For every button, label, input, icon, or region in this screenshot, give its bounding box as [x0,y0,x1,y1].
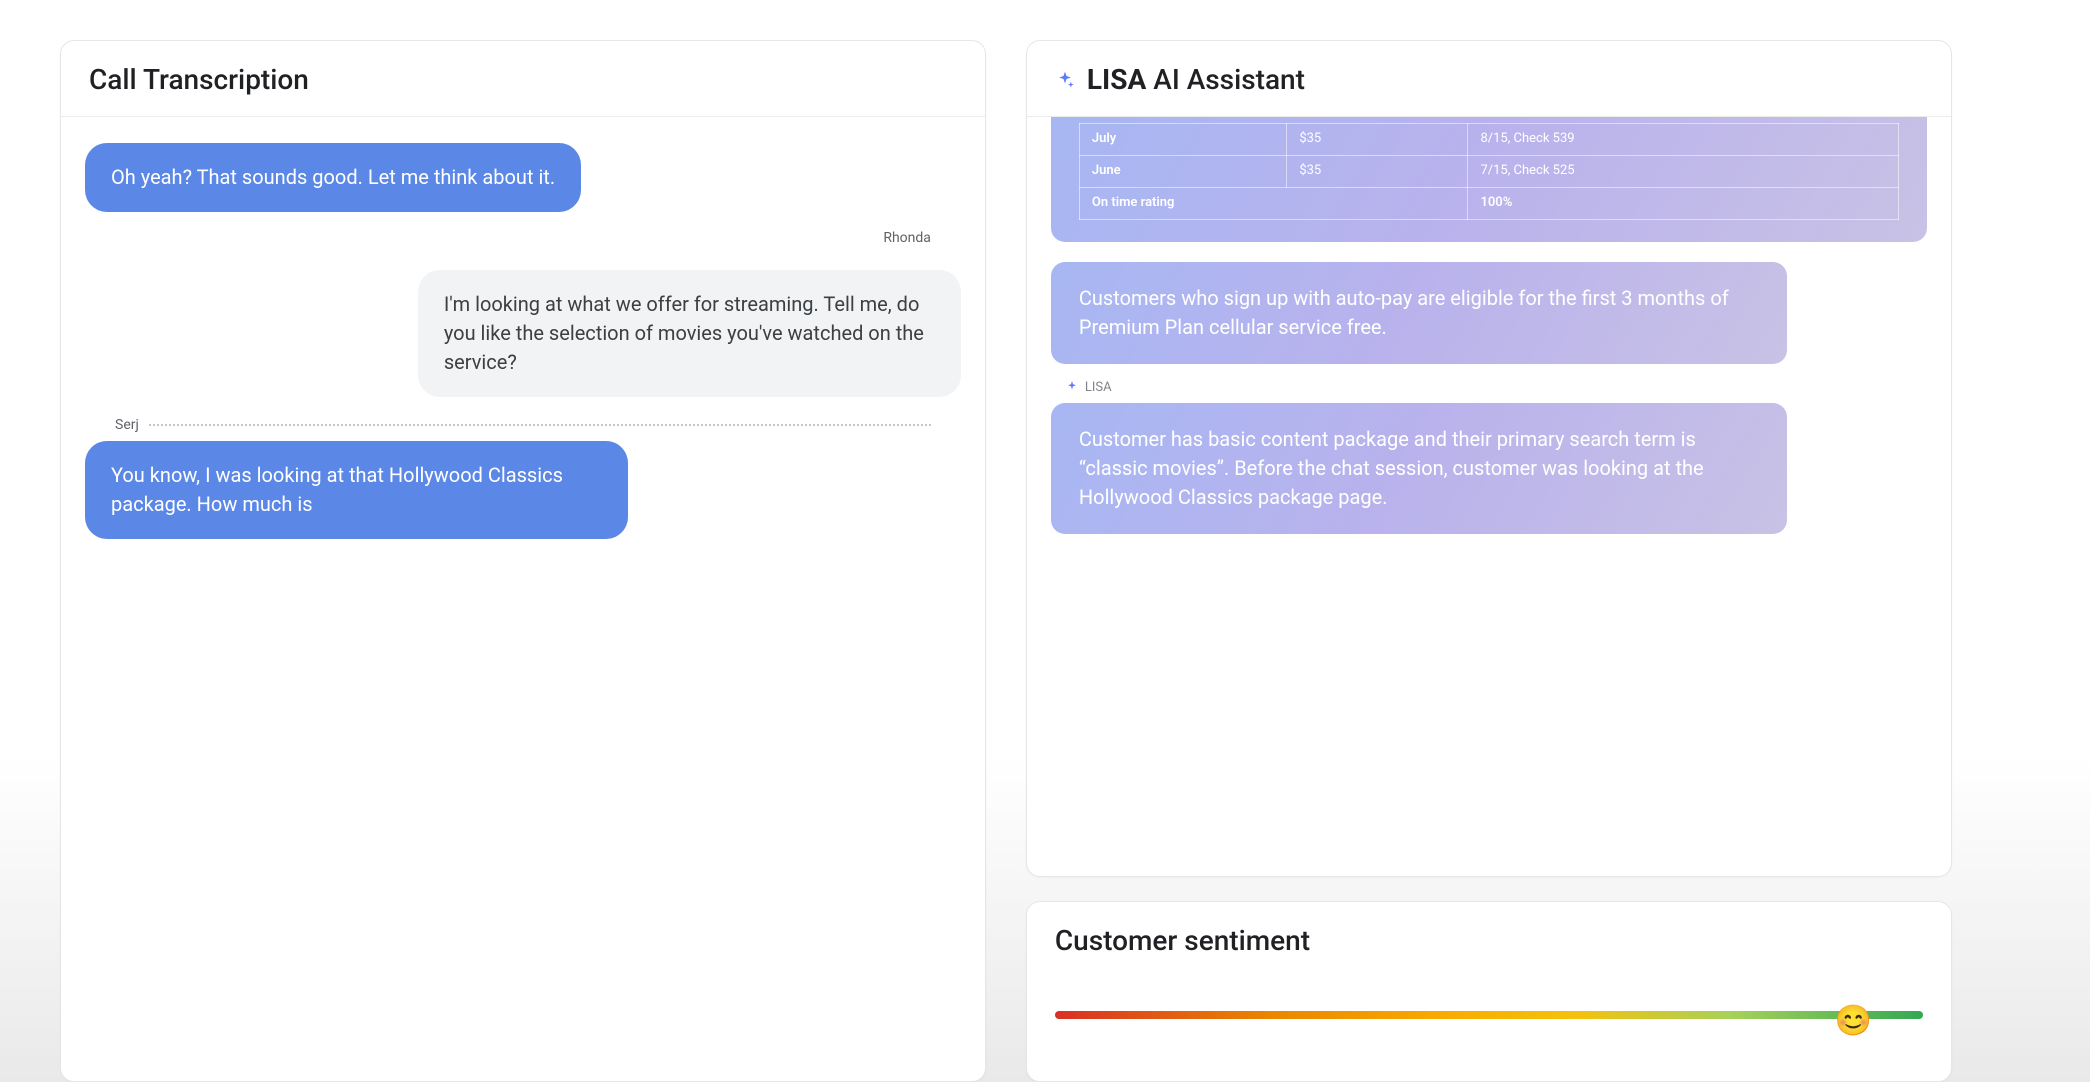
customer-sentiment-panel: Customer sentiment 😊 [1026,901,1952,1082]
lisa-assistant-title: LISA AI Assistant [1027,41,1951,117]
call-transcription-panel: Call Transcription Oh yeah? That sounds … [60,40,986,1082]
lisa-card-label: LISA [1065,380,1927,395]
call-transcription-body[interactable]: Oh yeah? That sounds good. Let me think … [61,117,985,1081]
customer-bubble: Oh yeah? That sounds good. Let me think … [85,143,581,212]
lisa-insight-card: Customers who sign up with auto-pay are … [1051,262,1787,364]
lisa-assistant-panel: LISA AI Assistant July$358/15, Check 539… [1026,40,1952,877]
lisa-title-bold: LISA [1087,63,1146,96]
customer-sentiment-title: Customer sentiment [1027,902,1951,957]
sentiment-bar: 😊 [1055,1011,1923,1041]
payment-history-table: July$358/15, Check 539June$357/15, Check… [1079,123,1899,220]
sparkle-icon [1055,70,1075,90]
call-transcription-title: Call Transcription [61,41,985,117]
chat-message: You know, I was looking at that Hollywoo… [85,441,961,539]
lisa-title-rest: AI Assistant [1153,63,1305,96]
agent-bubble: I'm looking at what we offer for streami… [418,270,961,397]
table-row: June$357/15, Check 525 [1079,155,1898,187]
table-row: July$358/15, Check 539 [1079,124,1898,156]
sparkle-icon [1065,380,1079,394]
speaker-label: Serj [115,417,139,433]
sentiment-indicator-emoji: 😊 [1835,1003,1872,1038]
speaker-divider: Serj [115,417,931,433]
chat-message: Oh yeah? That sounds good. Let me think … [85,143,961,212]
chat-message: I'm looking at what we offer for streami… [85,270,961,397]
table-row: On time rating100% [1079,187,1898,219]
lisa-history-card: July$358/15, Check 539June$357/15, Check… [1051,117,1927,242]
speaker-label: Rhonda [883,230,931,246]
customer-bubble: You know, I was looking at that Hollywoo… [85,441,628,539]
lisa-insight-card: Customer has basic content package and t… [1051,403,1787,534]
lisa-assistant-body[interactable]: July$358/15, Check 539June$357/15, Check… [1027,117,1951,876]
